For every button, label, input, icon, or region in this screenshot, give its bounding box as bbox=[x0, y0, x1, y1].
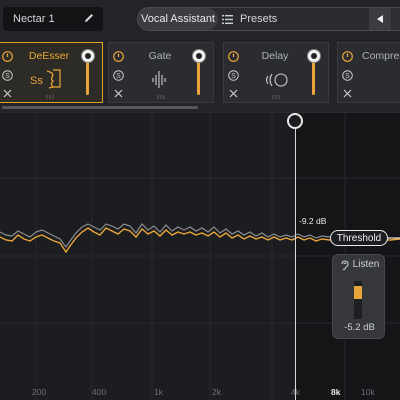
threshold-handle[interactable]: Threshold bbox=[330, 230, 388, 246]
fader-knob[interactable] bbox=[307, 49, 321, 63]
svg-text:S: S bbox=[5, 73, 10, 80]
fader-knob[interactable] bbox=[81, 49, 95, 63]
preset-name-field[interactable]: Nectar 1 bbox=[3, 7, 103, 31]
drag-handle-icon[interactable] bbox=[272, 95, 280, 99]
listen-panel: Listen -5.2 dB bbox=[332, 254, 385, 339]
spectrum-analyzer[interactable]: -9.2 dB Threshold Listen -5.2 dB 200 400… bbox=[0, 112, 400, 400]
module-fader[interactable] bbox=[192, 49, 206, 95]
listen-meter-fill bbox=[354, 285, 362, 300]
input-spectrum-trace bbox=[0, 223, 331, 249]
module-fader[interactable] bbox=[307, 49, 321, 95]
freq-label: 200 bbox=[32, 387, 47, 397]
power-icon[interactable] bbox=[228, 51, 239, 62]
top-bar: Nectar 1 Vocal Assistant Presets bbox=[0, 0, 400, 40]
module-delay[interactable]: Delay S bbox=[223, 42, 329, 103]
listen-level-meter bbox=[354, 281, 362, 319]
close-icon[interactable] bbox=[229, 89, 238, 98]
freq-label: 10k bbox=[361, 387, 375, 397]
module-strip: DeEsser S Ss Gate S Delay S Compre S bbox=[0, 40, 400, 112]
close-icon[interactable] bbox=[114, 89, 123, 98]
power-icon[interactable] bbox=[342, 51, 353, 62]
listen-label: Listen bbox=[352, 259, 380, 270]
svg-text:S: S bbox=[345, 73, 350, 80]
delay-icon bbox=[265, 73, 288, 87]
gate-icon bbox=[152, 71, 166, 88]
drag-handle-icon[interactable] bbox=[46, 95, 54, 99]
module-title: Gate bbox=[148, 50, 172, 62]
previous-preset-button[interactable] bbox=[369, 8, 391, 30]
presets-label: Presets bbox=[240, 13, 278, 25]
close-icon[interactable] bbox=[343, 89, 352, 98]
arrow-left-icon bbox=[377, 15, 383, 23]
presets-button[interactable]: Presets bbox=[222, 8, 277, 30]
ear-icon bbox=[341, 259, 349, 270]
module-strip-scrollbar[interactable] bbox=[2, 106, 198, 109]
svg-text:Ss: Ss bbox=[30, 75, 43, 87]
solo-icon[interactable]: S bbox=[2, 70, 13, 81]
svg-text:S: S bbox=[116, 73, 121, 80]
frequency-handle[interactable] bbox=[287, 113, 303, 129]
module-deesser[interactable]: DeEsser S Ss bbox=[0, 42, 103, 103]
module-title: DeEsser bbox=[28, 50, 70, 62]
freq-label: 2k bbox=[212, 387, 221, 397]
freq-label-selected: 8k bbox=[331, 387, 341, 397]
svg-text:S: S bbox=[231, 73, 236, 80]
freq-label: 4k bbox=[291, 387, 300, 397]
deesser-icon: Ss bbox=[30, 69, 61, 89]
frequency-divider-line[interactable] bbox=[295, 129, 296, 400]
drag-handle-icon[interactable] bbox=[157, 95, 165, 99]
solo-icon[interactable]: S bbox=[342, 70, 353, 81]
header-segment-control: Vocal Assistant Presets bbox=[137, 7, 400, 31]
module-title: Compres bbox=[362, 50, 400, 62]
module-fader[interactable] bbox=[81, 49, 95, 95]
power-icon[interactable] bbox=[113, 51, 124, 62]
next-preset-button[interactable] bbox=[392, 8, 400, 30]
preset-name-label: Nectar 1 bbox=[13, 13, 55, 25]
fader-knob[interactable] bbox=[192, 49, 206, 63]
freq-label: 1k bbox=[154, 387, 163, 397]
vocal-assistant-label: Vocal Assistant bbox=[141, 13, 215, 25]
threshold-db-label: -9.2 dB bbox=[299, 216, 327, 226]
power-icon[interactable] bbox=[2, 51, 13, 62]
freq-label: 400 bbox=[92, 387, 107, 397]
vocal-assistant-button[interactable]: Vocal Assistant bbox=[138, 8, 218, 30]
module-gate[interactable]: Gate S bbox=[108, 42, 214, 103]
solo-icon[interactable]: S bbox=[228, 70, 239, 81]
pencil-icon[interactable] bbox=[83, 12, 95, 24]
module-title: Delay bbox=[261, 50, 289, 62]
listen-value: -5.2 dB bbox=[344, 322, 375, 333]
close-icon[interactable] bbox=[3, 89, 12, 98]
list-icon bbox=[222, 14, 233, 24]
threshold-label: Threshold bbox=[336, 232, 382, 244]
module-compressor[interactable]: Compres S bbox=[337, 42, 400, 103]
listen-button[interactable]: Listen bbox=[333, 259, 386, 270]
solo-icon[interactable]: S bbox=[113, 70, 124, 81]
